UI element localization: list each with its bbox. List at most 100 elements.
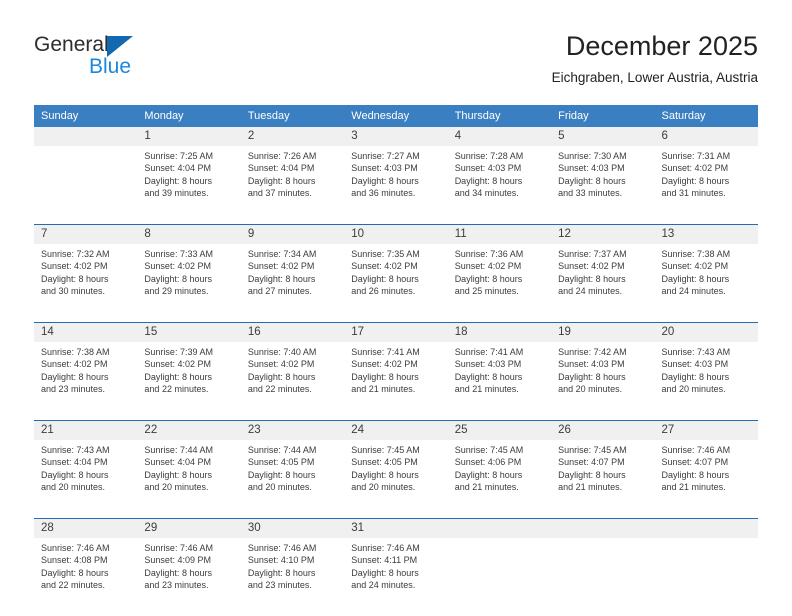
day-cell-empty — [655, 538, 758, 616]
daylight-text-line2: and 29 minutes. — [144, 286, 209, 297]
logo-text-general: General — [34, 33, 109, 56]
day-number: 20 — [654, 322, 758, 342]
daylight-text-line2: and 20 minutes. — [247, 482, 312, 493]
daylight-text-line2: and 20 minutes. — [144, 482, 209, 493]
daylight-text-line2: and 36 minutes. — [351, 188, 416, 199]
day-cell[interactable] — [34, 146, 137, 225]
sunrise-text: Sunrise: 7:46 AM — [247, 543, 317, 553]
day-cell[interactable]: Sunrise: 7:33 AM Sunset: 4:02 PM Dayligh… — [137, 244, 240, 323]
week-detail-row: Sunrise: 7:32 AM Sunset: 4:02 PM Dayligh… — [34, 244, 758, 323]
daylight-text-line1: Daylight: 8 hours — [454, 469, 523, 480]
day-cell[interactable]: Sunrise: 7:46 AM Sunset: 4:11 PM Dayligh… — [344, 538, 447, 616]
day-cell[interactable]: Sunrise: 7:45 AM Sunset: 4:07 PM Dayligh… — [551, 440, 654, 519]
day-number: 23 — [240, 420, 345, 440]
daylight-text-line1: Daylight: 8 hours — [351, 469, 419, 480]
daylight-text-line2: and 21 minutes. — [558, 482, 623, 493]
sunrise-text: Sunrise: 7:45 AM — [558, 445, 627, 455]
day-cell[interactable]: Sunrise: 7:37 AM Sunset: 4:02 PM Dayligh… — [551, 244, 654, 323]
sunset-text: Sunset: 4:02 PM — [351, 359, 418, 370]
day-cell[interactable]: Sunrise: 7:28 AM Sunset: 4:03 PM Dayligh… — [448, 146, 551, 225]
week-detail-row: Sunrise: 7:38 AM Sunset: 4:02 PM Dayligh… — [34, 342, 758, 421]
sunrise-text: Sunrise: 7:40 AM — [247, 347, 317, 357]
day-cell[interactable]: Sunrise: 7:36 AM Sunset: 4:02 PM Dayligh… — [448, 244, 551, 323]
day-cell[interactable]: Sunrise: 7:42 AM Sunset: 4:03 PM Dayligh… — [551, 342, 654, 421]
sunrise-text: Sunrise: 7:43 AM — [41, 445, 110, 455]
day-number: 31 — [344, 518, 448, 538]
daylight-text-line1: Daylight: 8 hours — [351, 371, 419, 382]
daylight-text-line1: Daylight: 8 hours — [144, 371, 212, 382]
sunset-text: Sunset: 4:05 PM — [351, 457, 418, 468]
day-number: 8 — [137, 224, 241, 244]
daylight-text-line2: and 20 minutes. — [661, 384, 726, 395]
day-number: 5 — [551, 127, 655, 146]
daylight-text-line1: Daylight: 8 hours — [661, 175, 730, 186]
day-cell[interactable]: Sunrise: 7:38 AM Sunset: 4:02 PM Dayligh… — [655, 244, 758, 323]
sunrise-text: Sunrise: 7:46 AM — [144, 543, 213, 553]
daylight-text-line2: and 34 minutes. — [454, 188, 519, 199]
sunset-text: Sunset: 4:04 PM — [144, 163, 211, 174]
day-cell-empty — [448, 538, 551, 616]
day-cell[interactable]: Sunrise: 7:41 AM Sunset: 4:03 PM Dayligh… — [448, 342, 551, 421]
sunset-text: Sunset: 4:02 PM — [351, 261, 418, 272]
day-number: 6 — [654, 127, 758, 146]
daylight-text-line1: Daylight: 8 hours — [247, 371, 316, 382]
day-cell[interactable]: Sunrise: 7:43 AM Sunset: 4:03 PM Dayligh… — [655, 342, 758, 421]
day-cell[interactable]: Sunrise: 7:45 AM Sunset: 4:05 PM Dayligh… — [344, 440, 447, 519]
day-number: 13 — [654, 224, 758, 244]
day-cell[interactable]: Sunrise: 7:27 AM Sunset: 4:03 PM Dayligh… — [344, 146, 447, 225]
sunset-text: Sunset: 4:06 PM — [454, 457, 522, 468]
week-daynumber-row: 28 29 30 31 — [34, 518, 758, 538]
day-cell[interactable]: Sunrise: 7:40 AM Sunset: 4:02 PM Dayligh… — [241, 342, 344, 421]
day-cell[interactable]: Sunrise: 7:26 AM Sunset: 4:04 PM Dayligh… — [241, 146, 344, 225]
day-cell[interactable]: Sunrise: 7:46 AM Sunset: 4:09 PM Dayligh… — [137, 538, 240, 616]
day-cell[interactable]: Sunrise: 7:45 AM Sunset: 4:06 PM Dayligh… — [448, 440, 551, 519]
day-cell[interactable]: Sunrise: 7:46 AM Sunset: 4:07 PM Dayligh… — [655, 440, 758, 519]
sunset-text: Sunset: 4:03 PM — [351, 163, 418, 174]
daylight-text-line2: and 24 minutes. — [351, 580, 416, 591]
day-number — [34, 127, 138, 146]
day-cell[interactable]: Sunrise: 7:32 AM Sunset: 4:02 PM Dayligh… — [34, 244, 137, 323]
daylight-text-line1: Daylight: 8 hours — [41, 273, 109, 284]
daylight-text-line1: Daylight: 8 hours — [558, 469, 626, 480]
daylight-text-line2: and 24 minutes. — [558, 286, 623, 297]
day-number: 15 — [137, 322, 241, 342]
day-cell[interactable]: Sunrise: 7:35 AM Sunset: 4:02 PM Dayligh… — [344, 244, 447, 323]
daylight-text-line2: and 27 minutes. — [247, 286, 312, 297]
day-cell[interactable]: Sunrise: 7:46 AM Sunset: 4:08 PM Dayligh… — [34, 538, 137, 616]
sunrise-text: Sunrise: 7:33 AM — [144, 249, 213, 259]
sunset-text: Sunset: 4:02 PM — [247, 359, 315, 370]
day-number — [551, 518, 655, 538]
day-cell[interactable]: Sunrise: 7:38 AM Sunset: 4:02 PM Dayligh… — [34, 342, 137, 421]
sunset-text: Sunset: 4:02 PM — [144, 261, 211, 272]
daylight-text-line2: and 22 minutes. — [144, 384, 209, 395]
day-cell[interactable]: Sunrise: 7:43 AM Sunset: 4:04 PM Dayligh… — [34, 440, 137, 519]
title-block: December 2025 Eichgraben, Lower Austria,… — [552, 30, 758, 86]
day-cell[interactable]: Sunrise: 7:44 AM Sunset: 4:04 PM Dayligh… — [137, 440, 240, 519]
day-number — [654, 518, 758, 538]
logo-text-blue: Blue — [89, 55, 132, 78]
sunrise-text: Sunrise: 7:37 AM — [558, 249, 627, 259]
day-cell[interactable]: Sunrise: 7:31 AM Sunset: 4:02 PM Dayligh… — [655, 146, 758, 225]
day-cell[interactable]: Sunrise: 7:39 AM Sunset: 4:02 PM Dayligh… — [137, 342, 240, 421]
day-number: 10 — [344, 224, 448, 244]
daylight-text-line1: Daylight: 8 hours — [144, 273, 212, 284]
general-blue-logo[interactable]: General Blue — [34, 33, 224, 83]
day-cell[interactable]: Sunrise: 7:30 AM Sunset: 4:03 PM Dayligh… — [551, 146, 654, 225]
sunrise-sunset-calendar-table: Sunday Monday Tuesday Wednesday Thursday… — [34, 105, 758, 616]
sunset-text: Sunset: 4:03 PM — [558, 163, 625, 174]
sunrise-text: Sunrise: 7:45 AM — [454, 445, 524, 455]
day-number: 30 — [240, 518, 345, 538]
sunset-text: Sunset: 4:02 PM — [454, 261, 522, 272]
daylight-text-line2: and 20 minutes. — [558, 384, 623, 395]
day-cell[interactable]: Sunrise: 7:25 AM Sunset: 4:04 PM Dayligh… — [137, 146, 240, 225]
day-cell[interactable]: Sunrise: 7:44 AM Sunset: 4:05 PM Dayligh… — [241, 440, 344, 519]
sunrise-text: Sunrise: 7:34 AM — [247, 249, 317, 259]
sunrise-text: Sunrise: 7:43 AM — [661, 347, 731, 357]
day-cell[interactable]: Sunrise: 7:46 AM Sunset: 4:10 PM Dayligh… — [241, 538, 344, 616]
day-cell[interactable]: Sunrise: 7:41 AM Sunset: 4:02 PM Dayligh… — [344, 342, 447, 421]
week-daynumber-row: 1 2 3 4 5 6 — [34, 127, 758, 146]
day-cell[interactable]: Sunrise: 7:34 AM Sunset: 4:02 PM Dayligh… — [241, 244, 344, 323]
location-subtitle: Eichgraben, Lower Austria, Austria — [551, 70, 758, 85]
daylight-text-line1: Daylight: 8 hours — [247, 273, 316, 284]
sunrise-text: Sunrise: 7:32 AM — [41, 249, 110, 259]
